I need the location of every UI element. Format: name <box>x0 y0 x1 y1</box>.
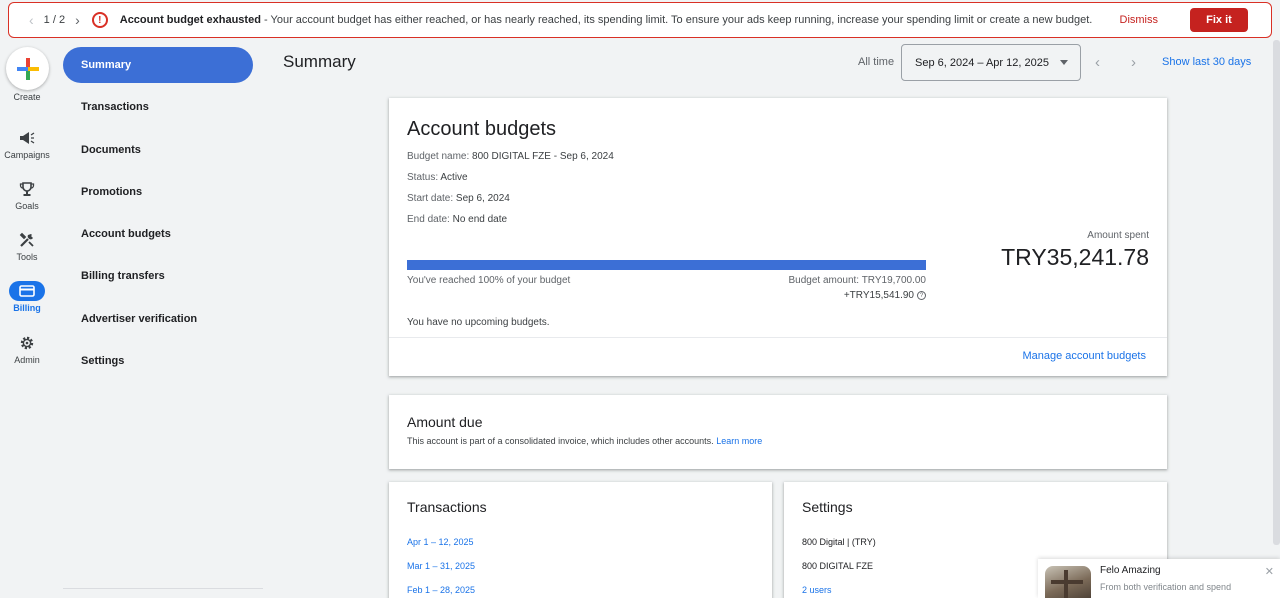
budget-end-key: End date: <box>407 214 450 225</box>
account-budgets-card: Account budgets Budget name: 800 DIGITAL… <box>389 98 1167 376</box>
amount-due-title: Amount due <box>407 414 483 430</box>
rail-item-admin[interactable]: Admin <box>0 333 54 365</box>
sidenav-item-advertiser-verification[interactable]: Advertiser verification <box>63 301 253 337</box>
settings-payer-row: 800 DIGITAL FZE <box>802 561 874 571</box>
page-scrollbar[interactable] <box>1273 40 1280 545</box>
budget-name-value: 800 DIGITAL FZE - Sep 6, 2024 <box>472 151 614 162</box>
credit-card-icon <box>9 281 45 301</box>
sidenav-item-documents[interactable]: Documents <box>63 132 253 168</box>
rail-label-goals: Goals <box>15 201 39 211</box>
page-title: Summary <box>283 52 356 71</box>
alert-message: Account budget exhausted - Your account … <box>120 14 1093 26</box>
rail-item-campaigns[interactable]: Campaigns <box>0 128 54 160</box>
left-rail: Create Campaigns Goals Tools Billing Adm… <box>0 40 56 598</box>
budget-status-key: Status: <box>407 172 439 183</box>
budget-start-key: Start date: <box>407 193 454 204</box>
settings-users-link[interactable]: 2 users <box>802 585 832 595</box>
rail-label-admin: Admin <box>14 355 40 365</box>
gear-icon <box>0 333 54 353</box>
budget-reached-text: You've reached 100% of your budget <box>407 275 571 286</box>
toast-subtitle: From both verification and spend <box>1100 582 1232 592</box>
transaction-period-link[interactable]: Mar 1 – 31, 2025 <box>407 561 475 571</box>
rail-item-goals[interactable]: Goals <box>0 179 54 211</box>
sidenav-divider <box>63 588 263 589</box>
budget-progress-fill <box>407 260 926 270</box>
alert-pager: ‹ 1 / 2 › <box>9 12 80 28</box>
next-period-chevron-icon[interactable]: › <box>1131 54 1136 71</box>
transaction-period-link[interactable]: Apr 1 – 12, 2025 <box>407 537 474 547</box>
fix-it-button[interactable]: Fix it <box>1190 8 1248 32</box>
alert-body: - Your account budget has either reached… <box>260 14 1093 26</box>
rail-label-campaigns: Campaigns <box>4 150 50 160</box>
error-icon: ! <box>91 12 108 28</box>
rail-create-label-wrap: Create <box>0 92 54 102</box>
chevron-left-icon[interactable]: ‹ <box>29 12 34 28</box>
amount-spent-value: TRY35,241.78 <box>1001 244 1149 270</box>
budget-name-row: Budget name: 800 DIGITAL FZE - Sep 6, 20… <box>407 151 614 162</box>
transactions-title: Transactions <box>407 499 487 515</box>
plus-icon <box>16 57 39 80</box>
budget-overage: +TRY15,541.90 ? <box>844 290 926 301</box>
date-range-value: Sep 6, 2024 – Apr 12, 2025 <box>915 56 1049 69</box>
sidenav-item-billing-transfers[interactable]: Billing transfers <box>63 258 253 294</box>
billing-sidenav: Summary Transactions Documents Promotion… <box>63 47 253 385</box>
notification-toast[interactable]: Felo Amazing From both verification and … <box>1038 559 1280 598</box>
date-range-label: All time <box>858 56 895 68</box>
learn-more-link[interactable]: Learn more <box>716 436 762 446</box>
budget-overage-value: +TRY15,541.90 <box>843 290 914 301</box>
alert-title: Account budget exhausted <box>119 14 261 26</box>
budget-status-row: Status: Active <box>407 172 468 183</box>
sidenav-item-summary[interactable]: Summary <box>63 47 253 83</box>
megaphone-icon <box>0 128 54 148</box>
amount-due-card: Amount due This account is part of a con… <box>389 395 1167 469</box>
show-last-30-days-link[interactable]: Show last 30 days <box>1162 56 1251 68</box>
budget-name-key: Budget name: <box>407 151 470 162</box>
toast-title: Felo Amazing <box>1100 565 1161 576</box>
dismiss-button[interactable]: Dismiss <box>1120 14 1159 26</box>
transactions-card: Transactions Apr 1 – 12, 2025 Mar 1 – 31… <box>389 482 772 598</box>
transaction-period-link[interactable]: Feb 1 – 28, 2025 <box>407 585 475 595</box>
budget-amount: Budget amount: TRY19,700.00 <box>788 275 926 286</box>
budget-status-value: Active <box>440 172 468 183</box>
sidenav-item-settings[interactable]: Settings <box>63 343 253 379</box>
settings-account-row: 800 Digital | (TRY) <box>802 537 876 547</box>
amount-spent-label: Amount spent <box>1087 230 1149 241</box>
close-icon[interactable]: ✕ <box>1265 565 1274 578</box>
budget-end-value: No end date <box>452 214 508 225</box>
settings-title: Settings <box>802 499 853 515</box>
tools-icon <box>0 230 54 250</box>
date-range-select[interactable]: Sep 6, 2024 – Apr 12, 2025 <box>901 44 1081 81</box>
no-upcoming-budgets: You have no upcoming budgets. <box>407 317 550 328</box>
sidenav-item-transactions[interactable]: Transactions <box>63 89 253 125</box>
card-divider <box>389 337 1167 338</box>
budget-progress-bar <box>407 260 926 270</box>
budget-alert-banner: ‹ 1 / 2 › ! Account budget exhausted - Y… <box>8 2 1272 38</box>
sidenav-item-account-budgets[interactable]: Account budgets <box>63 216 253 252</box>
sidenav-item-promotions[interactable]: Promotions <box>63 174 253 210</box>
rail-label-tools: Tools <box>16 252 38 262</box>
chevron-right-icon[interactable]: › <box>75 12 80 28</box>
create-button[interactable] <box>6 47 49 90</box>
dropdown-arrow-icon <box>1060 60 1068 65</box>
prev-period-chevron-icon[interactable]: ‹ <box>1095 54 1100 71</box>
amount-due-text: This account is part of a consolidated i… <box>407 436 714 446</box>
amount-due-description: This account is part of a consolidated i… <box>407 436 762 446</box>
budget-start-value: Sep 6, 2024 <box>455 193 510 204</box>
budget-start-row: Start date: Sep 6, 2024 <box>407 193 510 204</box>
budget-end-row: End date: No end date <box>407 214 507 225</box>
toast-thumbnail <box>1045 566 1091 598</box>
manage-account-budgets-link[interactable]: Manage account budgets <box>1022 350 1146 362</box>
rail-label-billing: Billing <box>13 303 41 313</box>
account-budgets-title: Account budgets <box>407 118 556 140</box>
rail-item-tools[interactable]: Tools <box>0 230 54 262</box>
alert-counter: 1 / 2 <box>43 14 66 26</box>
help-icon[interactable]: ? <box>917 291 926 300</box>
trophy-icon <box>0 179 54 199</box>
create-label: Create <box>13 92 41 102</box>
rail-item-billing[interactable]: Billing <box>0 281 54 313</box>
